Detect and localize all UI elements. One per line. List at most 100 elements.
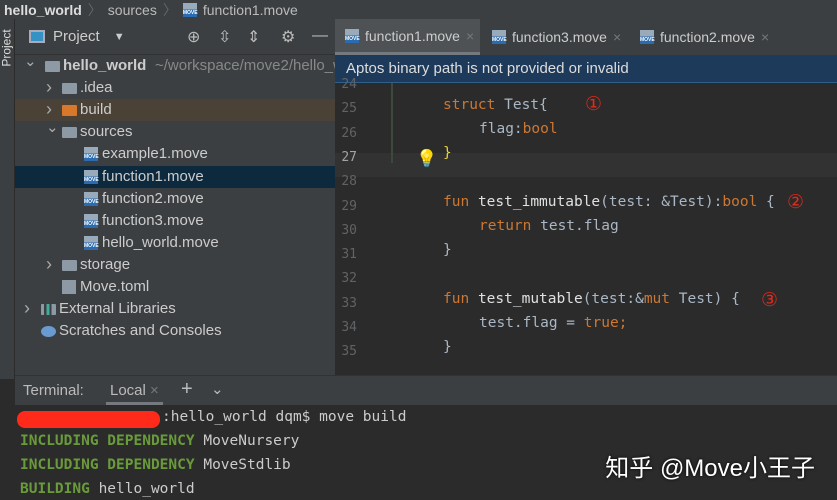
code-keyword: true;: [583, 315, 628, 331]
notification-banner[interactable]: Aptos binary path is not provided or inv…: [335, 55, 837, 83]
chevron-down-icon[interactable]: ▼: [114, 31, 125, 43]
project-tool-button[interactable]: Project: [0, 29, 14, 66]
editor-tabs: MOVE function1.move × MOVE function3.move × …: [335, 19, 837, 55]
project-panel: Project ▼ ⊕ ⇳ ⇕ ⚙ — ⌄ hello_world ~/worksp…: [15, 19, 369, 375]
tree-item-label: External Libraries: [59, 300, 176, 318]
tree-item[interactable]: › .idea: [15, 77, 335, 99]
breadcrumb: hello_world 〉 sources 〉 MOVE function1.move: [0, 0, 837, 19]
folder-icon: [62, 105, 77, 117]
move-file-icon: MOVE: [182, 2, 198, 17]
lightbulb-icon[interactable]: 💡: [416, 149, 437, 169]
tree-item[interactable]: ⌄ hello_world ~/workspace/move2/hello_worl…: [15, 53, 369, 77]
code-area[interactable]: 24 25 26 27 28 29 30 31 32 33 34 35 💡 struct Test{ …: [335, 77, 837, 375]
code-keyword: return: [479, 218, 532, 234]
chevron-right-icon[interactable]: ›: [46, 253, 52, 275]
tree-item[interactable]: › External Libraries: [15, 298, 335, 320]
code-text: Test{: [495, 97, 548, 113]
project-view-selector[interactable]: Project: [53, 28, 100, 45]
tree-item[interactable]: › storage: [15, 254, 335, 276]
toml-file-icon: [62, 280, 76, 294]
project-view-icon: [29, 30, 45, 43]
terminal-tab-local[interactable]: Local ×: [106, 382, 163, 405]
move-file-icon: MOVE: [640, 30, 655, 44]
tree-item[interactable]: ⌄ sources: [15, 119, 335, 143]
code-keyword: struct: [443, 97, 496, 113]
code-type: bool: [722, 194, 758, 210]
chevron-down-icon[interactable]: ⌄: [46, 117, 59, 139]
line-number: 31: [341, 247, 357, 263]
chevron-right-icon[interactable]: ›: [46, 76, 52, 98]
code-text: (test:&: [582, 291, 644, 307]
chevron-down-icon[interactable]: ⌄: [211, 380, 224, 398]
code-function-name: test_mutable: [477, 291, 583, 307]
chevron-down-icon[interactable]: ⌄: [24, 51, 37, 73]
tab-function3[interactable]: MOVE function3.move ×: [482, 19, 631, 55]
tree-item[interactable]: MOVE function2.move: [15, 188, 335, 210]
folder-icon: [62, 259, 77, 271]
collapse-all-icon[interactable]: ⇕: [247, 27, 260, 47]
terminal-label: Terminal:: [23, 382, 84, 399]
code-keyword: fun: [443, 291, 470, 307]
tree-item[interactable]: MOVE function1.move: [15, 165, 335, 188]
terminal-prompt-line: :hello_world dqm$ move build: [162, 409, 407, 425]
tree-item[interactable]: Move.toml: [15, 276, 335, 298]
close-icon[interactable]: ×: [761, 29, 769, 45]
gear-icon[interactable]: ⚙: [281, 27, 295, 47]
tree-item-label: function3.move: [102, 211, 204, 229]
terminal-text: hello_world: [89, 481, 195, 497]
tree-item-label: Move.toml: [80, 278, 150, 295]
expand-all-icon[interactable]: ⇳: [218, 27, 231, 47]
code-text: }: [443, 145, 452, 161]
move-file-icon: MOVE: [84, 147, 99, 162]
code-text: test.flag =: [479, 315, 584, 331]
terminal-tag: INCLUDING DEPENDENCY: [20, 433, 195, 449]
project-panel-header: Project ▼ ⊕ ⇳ ⇕ ⚙ —: [15, 19, 335, 55]
editor: MOVE function1.move × MOVE function3.move × …: [335, 19, 837, 375]
tree-item-label: function2.move: [102, 189, 204, 207]
tab-label: function3.move: [512, 29, 607, 45]
code-function-name: test_immutable: [477, 194, 601, 210]
tree-item-label: Scratches and Consoles: [59, 322, 222, 340]
tree-item-label: sources: [80, 123, 133, 141]
tab-function2[interactable]: MOVE function2.move ×: [630, 19, 779, 55]
code-text: test.flag: [531, 218, 619, 234]
locate-icon[interactable]: ⊕: [187, 27, 200, 47]
line-number: 33: [341, 295, 357, 311]
breadcrumb-project[interactable]: hello_world: [4, 2, 82, 18]
tree-item-label: hello_world: [63, 57, 147, 74]
code-type: bool: [522, 121, 558, 137]
tree-item-label: .idea: [80, 79, 113, 97]
tree-item[interactable]: › build: [15, 99, 335, 122]
code-text: Test) {: [670, 291, 740, 307]
add-terminal-icon[interactable]: +: [181, 378, 193, 401]
terminal-text: MoveNursery: [194, 433, 300, 449]
breadcrumb-file[interactable]: function1.move: [203, 2, 298, 18]
minimize-icon[interactable]: —: [312, 27, 328, 45]
line-number: 30: [341, 222, 357, 238]
move-file-icon: MOVE: [492, 30, 507, 44]
close-icon[interactable]: ×: [466, 28, 474, 44]
code-keyword: mut: [643, 291, 671, 307]
libraries-icon: [41, 304, 56, 316]
folder-icon: [62, 83, 77, 95]
tree-item-label: storage: [80, 255, 131, 273]
code-text: {: [757, 194, 775, 210]
breadcrumb-sources[interactable]: sources: [108, 2, 157, 18]
code-keyword: fun: [443, 194, 470, 210]
close-icon[interactable]: ×: [150, 382, 159, 399]
tree-item-label: build: [80, 101, 112, 119]
tree-item[interactable]: Scratches and Consoles: [15, 320, 335, 342]
breadcrumb-separator: 〉: [162, 1, 177, 18]
chevron-right-icon[interactable]: ›: [24, 297, 30, 319]
tool-window-strip: Project: [0, 19, 15, 379]
tab-function1[interactable]: MOVE function1.move ×: [335, 19, 480, 55]
tree-item[interactable]: MOVE function3.move: [15, 210, 335, 232]
line-number: 24: [341, 77, 357, 92]
close-icon[interactable]: ×: [613, 29, 621, 45]
tab-label: Local: [110, 382, 146, 399]
tree-item[interactable]: MOVE hello_world.move: [15, 232, 335, 254]
current-line-highlight: [335, 153, 837, 177]
tab-label: function2.move: [660, 29, 755, 45]
tree-item[interactable]: MOVE example1.move: [15, 143, 335, 165]
move-file-icon: MOVE: [84, 213, 99, 228]
